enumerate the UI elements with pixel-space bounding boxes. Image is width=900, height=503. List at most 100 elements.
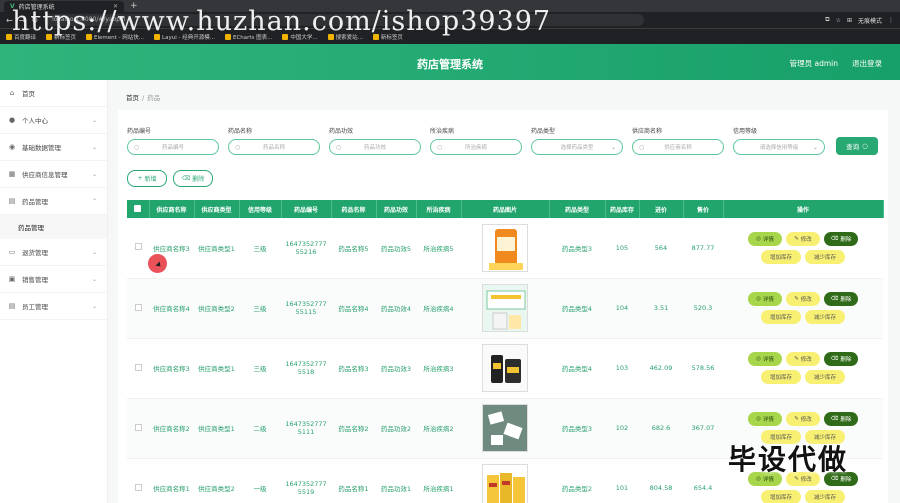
medicine-image[interactable] bbox=[482, 223, 528, 272]
delete-button[interactable]: ⌫ 删除 bbox=[824, 292, 858, 306]
column-header[interactable]: 药品名称 bbox=[331, 200, 377, 218]
cell-disease: 所治疾病3 bbox=[416, 338, 461, 399]
reduce-stock-button[interactable]: 减少库存 bbox=[805, 490, 845, 503]
new-tab-icon[interactable]: + bbox=[130, 1, 138, 12]
eye-icon: ◎ bbox=[756, 235, 761, 242]
add-stock-button[interactable]: 增加库存 bbox=[761, 249, 801, 264]
extensions-icon[interactable]: ⊞ bbox=[847, 17, 852, 24]
sidebar-item-sales[interactable]: ▣ 销售管理 ⌄ bbox=[0, 266, 107, 293]
cell-image bbox=[461, 278, 549, 339]
disease-input[interactable]: ○ 所治疾病 bbox=[430, 139, 522, 155]
column-header[interactable]: 药品类型 bbox=[549, 200, 606, 218]
delete-button[interactable]: ⌫ 删除 bbox=[824, 352, 858, 366]
cell-effect: 药品功效5 bbox=[376, 218, 416, 279]
edit-button[interactable]: ✎ 修改 bbox=[786, 352, 820, 366]
medicine-image[interactable] bbox=[482, 464, 528, 503]
delete-button[interactable]: ⌫ 删除 bbox=[824, 231, 858, 246]
column-header[interactable]: 售价 bbox=[683, 200, 724, 218]
row-checkbox[interactable] bbox=[127, 278, 149, 339]
medicine-code-input[interactable]: ○ 药品编号 bbox=[127, 139, 219, 155]
column-header[interactable]: 药品功效 bbox=[376, 200, 417, 218]
chevron-down-icon: ⌄ bbox=[91, 170, 97, 178]
reduce-stock-button[interactable]: 减少库存 bbox=[805, 310, 845, 324]
column-header[interactable]: 药品编号 bbox=[281, 200, 332, 218]
row-checkbox[interactable] bbox=[127, 218, 149, 279]
cell-ops: ◎ 详情 ✎ 修改 ⌫ 删除 增加库存 减少库存 bbox=[723, 218, 883, 279]
bookmark-item[interactable]: 搜索爱站... bbox=[327, 33, 363, 41]
supplier-name-input[interactable]: ○ 供应商名称 bbox=[632, 139, 724, 155]
column-header[interactable]: 药品图片 bbox=[461, 200, 550, 218]
bookmark-item[interactable]: 中国大学... bbox=[282, 33, 318, 41]
profile-label[interactable]: 无痕模式 bbox=[858, 16, 882, 25]
browser-tab[interactable]: V 药店管理系统 ✕ bbox=[4, 1, 124, 12]
menu-icon[interactable]: ⋮ bbox=[888, 17, 894, 24]
bulk-delete-button[interactable]: ⌫ 删除 bbox=[173, 170, 213, 187]
add-stock-button[interactable]: 增加库存 bbox=[761, 310, 801, 324]
column-header[interactable]: 进价 bbox=[639, 200, 684, 218]
sidebar-item-medicine[interactable]: ▤ 药品管理 ⌃ bbox=[0, 188, 107, 215]
delete-button[interactable]: ⌫ 删除 bbox=[824, 412, 858, 426]
select-all-checkbox[interactable] bbox=[127, 200, 150, 218]
medicine-type-select[interactable]: 选择药品类型 ⌄ bbox=[531, 139, 623, 155]
bookmark-item[interactable]: 新标签页 bbox=[46, 33, 76, 41]
sidebar-item-staff[interactable]: ▤ 员工管理 ⌄ bbox=[0, 293, 107, 320]
url-field[interactable]: localhost:8080/#/yaopin bbox=[44, 14, 645, 26]
bookmark-item[interactable]: ECharts 图表... bbox=[224, 33, 272, 41]
sidebar-item-supplier[interactable]: ▦ 供应商信息管理 ⌄ bbox=[0, 161, 107, 188]
forward-icon[interactable]: → bbox=[19, 16, 26, 25]
star-icon[interactable]: ☆ bbox=[836, 17, 841, 24]
column-header[interactable]: 所治疾病 bbox=[416, 200, 462, 218]
sidebar-item-profile[interactable]: ● 个人中心 ⌄ bbox=[0, 107, 107, 134]
detail-button[interactable]: ◎ 详情 bbox=[748, 412, 782, 426]
edit-button[interactable]: ✎ 修改 bbox=[786, 231, 820, 246]
medicine-effect-input[interactable]: ○ 药品功效 bbox=[329, 139, 421, 155]
sidebar-subitem-medicine[interactable]: 药品管理 bbox=[0, 215, 107, 239]
cart-icon: ▣ bbox=[8, 275, 16, 283]
logout-link[interactable]: 退出登录 bbox=[852, 58, 882, 69]
medicine-image[interactable] bbox=[482, 404, 528, 452]
bookmark-item[interactable]: 新标签页 bbox=[372, 33, 403, 41]
close-icon[interactable]: ✕ bbox=[113, 3, 118, 10]
medicine-name-input[interactable]: ○ 药品名称 bbox=[228, 139, 320, 155]
cell-type: 药品类型2 bbox=[549, 458, 605, 503]
row-actions: ◎ 详情 ✎ 修改 ⌫ 删除 增加库存 减少库存 bbox=[743, 352, 863, 384]
sidebar-item-home[interactable]: ⌂ 首页 bbox=[0, 80, 107, 107]
row-checkbox[interactable] bbox=[127, 338, 149, 399]
search-icon: ○ bbox=[862, 142, 868, 150]
bookmark-item[interactable]: 百度翻译 bbox=[6, 33, 36, 41]
column-header[interactable]: 供应商类型 bbox=[194, 200, 240, 218]
reduce-stock-button[interactable]: 减少库存 bbox=[805, 249, 845, 264]
credit-level-select[interactable]: 请选择信用等级 ⌄ bbox=[733, 139, 825, 155]
edit-button[interactable]: ✎ 修改 bbox=[786, 292, 820, 306]
reload-icon[interactable]: ↻ bbox=[31, 16, 38, 25]
medicine-image[interactable] bbox=[482, 344, 528, 392]
row-checkbox[interactable] bbox=[127, 398, 149, 459]
add-button[interactable]: + 新增 bbox=[127, 170, 167, 187]
sidebar-item-returns[interactable]: ▭ 退货管理 ⌄ bbox=[0, 239, 107, 266]
bookmark-item[interactable]: Layui - 经典开源模... bbox=[154, 33, 215, 41]
cell-effect: 药品功效3 bbox=[376, 338, 416, 399]
chevron-down-icon: ⌄ bbox=[91, 248, 97, 256]
back-icon[interactable]: ← bbox=[6, 16, 13, 25]
medicine-image[interactable] bbox=[482, 284, 528, 332]
column-header[interactable]: 供应商名称 bbox=[149, 200, 195, 218]
add-stock-button[interactable]: 增加库存 bbox=[761, 370, 801, 384]
sidebar-item-basic-data[interactable]: ◉ 基础数据管理 ⌄ bbox=[0, 134, 107, 161]
search-button[interactable]: 查询 ○ bbox=[836, 137, 878, 155]
detail-button[interactable]: ◎ 详情 bbox=[748, 352, 782, 366]
reduce-stock-button[interactable]: 减少库存 bbox=[805, 370, 845, 384]
search-icon: ○ bbox=[134, 143, 140, 151]
detail-button[interactable]: ◎ 详情 bbox=[748, 292, 782, 306]
column-header[interactable]: 药品库存 bbox=[605, 200, 640, 218]
chevron-up-icon: ⌃ bbox=[91, 197, 97, 205]
translate-icon[interactable]: ⧉ bbox=[825, 16, 829, 24]
detail-button[interactable]: ◎ 详情 bbox=[748, 231, 782, 246]
cell-name: 药品名称5 bbox=[331, 218, 376, 279]
bookmark-item[interactable]: Element - 网站快... bbox=[86, 33, 144, 41]
row-checkbox[interactable] bbox=[127, 458, 149, 503]
edit-button[interactable]: ✎ 修改 bbox=[786, 412, 820, 426]
add-stock-button[interactable]: 增加库存 bbox=[761, 490, 801, 503]
cell-effect: 药品功效4 bbox=[376, 278, 416, 339]
column-header[interactable]: 信用等级 bbox=[239, 200, 282, 218]
breadcrumb-home[interactable]: 首页 bbox=[126, 94, 139, 102]
